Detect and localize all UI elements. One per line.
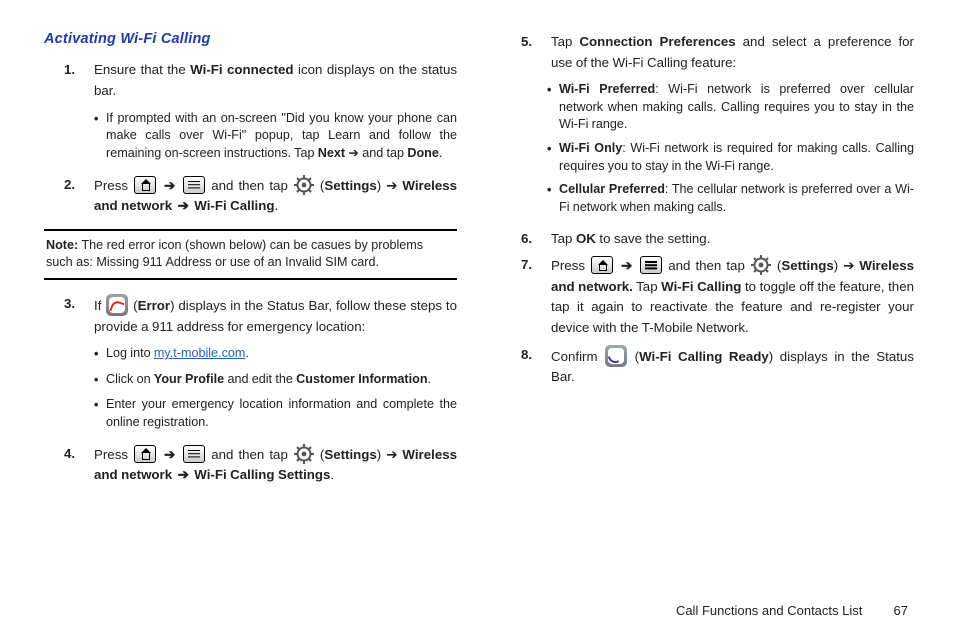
step-text: Tap OK to save the setting. (551, 229, 914, 250)
note-label: Note: (46, 238, 78, 252)
step-text: Press ➔ and then tap (Settings) ➔ Wirele… (551, 255, 914, 338)
step-5: 5. Tap Connection Preferences and select… (521, 32, 914, 223)
home-icon (134, 445, 156, 463)
step-text: Confirm (Wi-Fi Calling Ready) displays i… (551, 345, 914, 388)
bullet: •Enter your emergency location informati… (94, 396, 457, 431)
right-column: 5. Tap Connection Preferences and select… (501, 28, 914, 603)
step-number: 2. (64, 175, 94, 217)
section-heading: Activating Wi-Fi Calling (44, 28, 457, 50)
page-number: 67 (866, 603, 908, 618)
step-1: 1. Ensure that the Wi-Fi connected icon … (64, 60, 457, 168)
left-column: Activating Wi-Fi Calling 1. Ensure that … (44, 28, 457, 603)
page-columns: Activating Wi-Fi Calling 1. Ensure that … (44, 28, 914, 603)
error-icon (106, 294, 128, 316)
step-text: Press ➔ and then tap (Settings) ➔ Wirele… (94, 175, 457, 217)
step-number: 3. (64, 294, 94, 438)
page-footer: Call Functions and Contacts List 67 (44, 603, 914, 618)
settings-icon (751, 255, 771, 275)
menu-icon (640, 256, 662, 274)
step-2: 2. Press ➔ and then tap (Settings) ➔ Wir… (64, 175, 457, 217)
step-text: Press ➔ and then tap (Settings) ➔ Wirele… (94, 444, 457, 486)
step-text: Ensure that the Wi-Fi connected icon dis… (94, 60, 457, 101)
step-3: 3. If (Error) displays in the Status Bar… (64, 294, 457, 438)
wifi-calling-ready-icon (605, 345, 627, 367)
step-number: 7. (521, 255, 551, 338)
settings-icon (294, 175, 314, 195)
bullet: •Click on Your Profile and edit the Cust… (94, 371, 457, 391)
note-box: Note: The red error icon (shown below) c… (44, 229, 457, 280)
home-icon (591, 256, 613, 274)
bullet: •Cellular Preferred: The cellular networ… (547, 181, 914, 216)
bullet: •Log into my.t-mobile.com. (94, 345, 457, 365)
step-number: 4. (64, 444, 94, 486)
settings-icon (294, 444, 314, 464)
footer-section: Call Functions and Contacts List (676, 603, 862, 618)
step-4: 4. Press ➔ and then tap (Settings) ➔ Wir… (64, 444, 457, 486)
step-number: 1. (64, 60, 94, 168)
bullet: •Wi-Fi Only: Wi-Fi network is required f… (547, 140, 914, 175)
step-text: Tap Connection Preferences and select a … (551, 32, 914, 73)
step-number: 8. (521, 345, 551, 388)
step-text: If (Error) displays in the Status Bar, f… (94, 294, 457, 337)
bullet: •Wi-Fi Preferred: Wi-Fi network is prefe… (547, 81, 914, 134)
step-8: 8. Confirm (Wi-Fi Calling Ready) display… (521, 345, 914, 388)
step-number: 6. (521, 229, 551, 250)
tmobile-link[interactable]: my.t-mobile.com (154, 346, 245, 360)
menu-icon (183, 176, 205, 194)
bullet: • If prompted with an on-screen "Did you… (94, 110, 457, 163)
home-icon (134, 176, 156, 194)
menu-icon (183, 445, 205, 463)
step-6: 6. Tap OK to save the setting. (521, 229, 914, 250)
step-7: 7. Press ➔ and then tap (Settings) ➔ Wir… (521, 255, 914, 338)
note-text: The red error icon (shown below) can be … (46, 238, 423, 270)
